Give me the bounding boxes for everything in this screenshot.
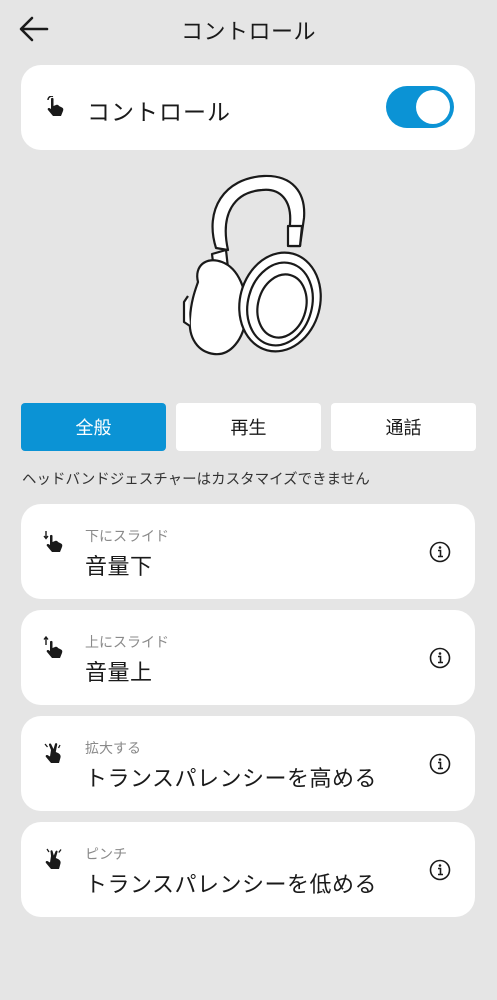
gesture-action: 音量上 [85,661,153,686]
gesture-card[interactable]: 上にスライド 音量上 [21,610,475,705]
gesture-card[interactable]: 下にスライド 音量下 [21,504,475,599]
info-icon[interactable] [429,859,451,881]
controls-label: コントロール [87,100,231,126]
tab-bar: 全般 再生 通話 [21,403,476,451]
gesture-name: ピンチ [85,847,127,863]
info-icon[interactable] [429,753,451,775]
tab-playback[interactable]: 再生 [176,403,321,451]
gesture-card[interactable]: ピンチ トランスパレンシーを低める [21,822,475,917]
gesture-name: 下にスライド [85,529,169,545]
controls-toggle[interactable] [386,86,454,128]
controls-master-card: コントロール [21,65,475,150]
spread-fingers-icon [44,743,61,763]
hand-touch-icon [47,96,64,116]
gesture-name: 上にスライド [85,635,169,651]
pinch-fingers-icon [45,848,62,869]
tab-calls[interactable]: 通話 [331,403,476,451]
info-icon[interactable] [429,647,451,669]
gesture-card[interactable]: 拡大する トランスパレンシーを高める [21,716,475,811]
headphones-illustration [182,174,322,356]
gesture-action: トランスパレンシーを高める [85,767,378,792]
gesture-action: トランスパレンシーを低める [85,873,378,898]
swipe-up-icon [43,636,63,658]
header: コントロール [0,0,497,58]
gesture-action: 音量下 [85,555,153,580]
toggle-knob [416,90,450,124]
headband-notice: ヘッドバンドジェスチャーはカスタマイズできません [22,472,370,488]
info-icon[interactable] [429,541,451,563]
tab-general[interactable]: 全般 [21,403,166,451]
gesture-name: 拡大する [85,741,141,757]
page-title: コントロール [180,20,316,45]
swipe-down-icon [43,531,63,552]
